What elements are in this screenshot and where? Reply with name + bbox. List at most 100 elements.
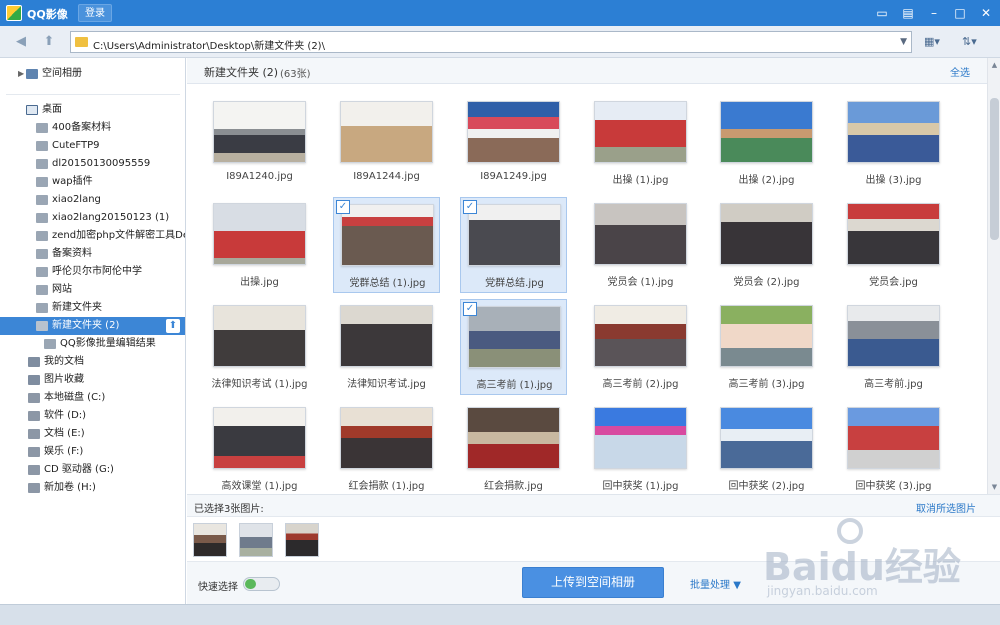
checkbox-checked-icon[interactable]: ✓ <box>463 302 477 316</box>
photo-thumbnail[interactable] <box>720 101 813 163</box>
sidebar-item[interactable]: 网站 <box>0 281 185 299</box>
sidebar-item[interactable]: CuteFTP9 <box>0 137 185 155</box>
photo-thumbnail[interactable] <box>847 407 940 469</box>
photo-thumbnail[interactable] <box>341 204 434 266</box>
photo-tile[interactable]: 回中获奖 (3).jpg <box>840 401 947 494</box>
photo-thumbnail[interactable] <box>468 204 561 266</box>
skin-icon[interactable]: ▤ <box>900 5 916 21</box>
sort-icon[interactable]: ⇅▾ <box>962 34 977 50</box>
address-field[interactable]: C:\Users\Administrator\Desktop\新建文件夹 (2)… <box>70 31 912 53</box>
photo-thumbnail[interactable] <box>720 203 813 265</box>
photo-tile[interactable]: 党员会.jpg <box>840 197 947 293</box>
sidebar-item[interactable]: ▶ 空间相册 <box>0 65 185 83</box>
photo-thumbnail[interactable] <box>340 407 433 469</box>
scroll-down-icon[interactable]: ▼ <box>990 482 999 492</box>
upload-to-album-button[interactable]: 上传到空间相册 <box>522 567 664 598</box>
photo-tile[interactable]: 党员会 (2).jpg <box>713 197 820 293</box>
photo-tile[interactable]: 法律知识考试 (1).jpg <box>206 299 313 395</box>
checkbox-checked-icon[interactable]: ✓ <box>463 200 477 214</box>
grid-scrollbar[interactable]: ▲ ▼ <box>987 58 1000 494</box>
sidebar-item[interactable]: 文档 (E:) <box>0 425 185 443</box>
up-folder-icon[interactable]: ⬆ <box>40 34 58 50</box>
photo-tile[interactable]: I89A1249.jpg <box>460 95 567 191</box>
photo-tile[interactable]: 出操.jpg <box>206 197 313 293</box>
photo-thumbnail[interactable] <box>847 305 940 367</box>
view-mode-icon[interactable]: ▦▾ <box>924 34 940 50</box>
sidebar-item[interactable]: 娱乐 (F:) <box>0 443 185 461</box>
selected-thumbnail[interactable] <box>285 523 319 557</box>
photo-thumbnail[interactable] <box>467 407 560 469</box>
sidebar-item[interactable]: 图片收藏 <box>0 371 185 389</box>
sidebar-item[interactable]: dl20150130095559 <box>0 155 185 173</box>
feedback-icon[interactable]: ▭ <box>874 5 890 21</box>
scroll-up-icon[interactable]: ▲ <box>990 60 999 70</box>
photo-thumbnail[interactable] <box>720 305 813 367</box>
clear-selection-link[interactable]: 取消所选图片 <box>916 500 976 515</box>
sidebar-item[interactable]: 呼伦贝尔市阿伦中学 <box>0 263 185 281</box>
photo-thumbnail[interactable] <box>594 407 687 469</box>
sidebar-item[interactable]: 新加卷 (H:) <box>0 479 185 497</box>
sidebar-item[interactable]: 桌面 <box>0 101 185 119</box>
select-all-link[interactable]: 全选 <box>950 64 970 79</box>
sidebar-item[interactable]: 软件 (D:) <box>0 407 185 425</box>
photo-thumbnail[interactable] <box>213 407 306 469</box>
photo-tile[interactable]: 出操 (1).jpg <box>587 95 694 191</box>
sidebar-item[interactable]: 我的文档 <box>0 353 185 371</box>
photo-tile[interactable]: 回中获奖 (1).jpg <box>587 401 694 494</box>
photo-thumbnail[interactable] <box>340 101 433 163</box>
sidebar-item[interactable]: 本地磁盘 (C:) <box>0 389 185 407</box>
photo-thumbnail[interactable] <box>213 101 306 163</box>
photo-tile[interactable]: ✓ 党群总结.jpg <box>460 197 567 293</box>
photo-thumbnail[interactable] <box>594 203 687 265</box>
scroll-thumb[interactable] <box>990 98 999 240</box>
photo-thumbnail[interactable] <box>468 306 561 368</box>
photo-tile[interactable]: 红会捐款.jpg <box>460 401 567 494</box>
photo-tile[interactable]: 回中获奖 (2).jpg <box>713 401 820 494</box>
photo-tile[interactable]: 高三考前.jpg <box>840 299 947 395</box>
photo-tile[interactable]: I89A1244.jpg <box>333 95 440 191</box>
photo-tile[interactable]: ✓ 高三考前 (1).jpg <box>460 299 567 395</box>
close-icon[interactable]: ✕ <box>978 5 994 21</box>
photo-tile[interactable]: 红会捐款 (1).jpg <box>333 401 440 494</box>
photo-thumbnail[interactable] <box>213 305 306 367</box>
batch-process-menu[interactable]: 批量处理 ▼ <box>690 576 741 591</box>
minimize-icon[interactable]: – <box>926 5 942 21</box>
photo-tile[interactable]: ✓ 党群总结 (1).jpg <box>333 197 440 293</box>
photo-tile[interactable]: 出操 (3).jpg <box>840 95 947 191</box>
checkbox-checked-icon[interactable]: ✓ <box>336 200 350 214</box>
photo-tile[interactable]: I89A1240.jpg <box>206 95 313 191</box>
photo-thumbnail[interactable] <box>594 305 687 367</box>
photo-tile[interactable]: 法律知识考试.jpg <box>333 299 440 395</box>
sidebar-item[interactable]: 备案资料 <box>0 245 185 263</box>
photo-tile[interactable]: 高效课堂 (1).jpg <box>206 401 313 494</box>
upload-arrow-icon[interactable]: ⬆ <box>166 319 180 333</box>
sidebar-item[interactable]: xiao2lang20150123 (1) <box>0 209 185 227</box>
selected-thumbnail[interactable] <box>193 523 227 557</box>
sidebar-item[interactable]: zend加密php文件解密工具Dez <box>0 227 185 245</box>
sidebar-item[interactable]: 新建文件夹 <box>0 299 185 317</box>
photo-thumbnail[interactable] <box>847 101 940 163</box>
photo-thumbnail[interactable] <box>213 203 306 265</box>
sidebar-item[interactable]: 400备案材料 <box>0 119 185 137</box>
sidebar-item[interactable]: 新建文件夹 (2) ⬆ <box>0 317 185 335</box>
sidebar-item[interactable]: xiao2lang <box>0 191 185 209</box>
expand-arrow-icon[interactable]: ▶ <box>18 65 24 83</box>
sidebar-item[interactable]: CD 驱动器 (G:) <box>0 461 185 479</box>
photo-thumbnail[interactable] <box>594 101 687 163</box>
photo-thumbnail[interactable] <box>847 203 940 265</box>
maximize-icon[interactable]: □ <box>952 5 968 21</box>
back-arrow-icon[interactable]: ◀ <box>12 34 30 50</box>
chevron-down-icon[interactable]: ▼ <box>900 37 907 47</box>
login-button[interactable]: 登录 <box>78 4 112 22</box>
photo-thumbnail[interactable] <box>720 407 813 469</box>
photo-thumbnail[interactable] <box>467 101 560 163</box>
photo-tile[interactable]: 高三考前 (3).jpg <box>713 299 820 395</box>
selected-thumbnail[interactable] <box>239 523 273 557</box>
photo-thumbnail[interactable] <box>340 305 433 367</box>
photo-tile[interactable]: 高三考前 (2).jpg <box>587 299 694 395</box>
sidebar-item[interactable]: wap插件 <box>0 173 185 191</box>
quick-select-toggle[interactable] <box>243 577 280 591</box>
photo-tile[interactable]: 党员会 (1).jpg <box>587 197 694 293</box>
sidebar-item[interactable]: QQ影像批量编辑结果 <box>0 335 185 353</box>
photo-tile[interactable]: 出操 (2).jpg <box>713 95 820 191</box>
